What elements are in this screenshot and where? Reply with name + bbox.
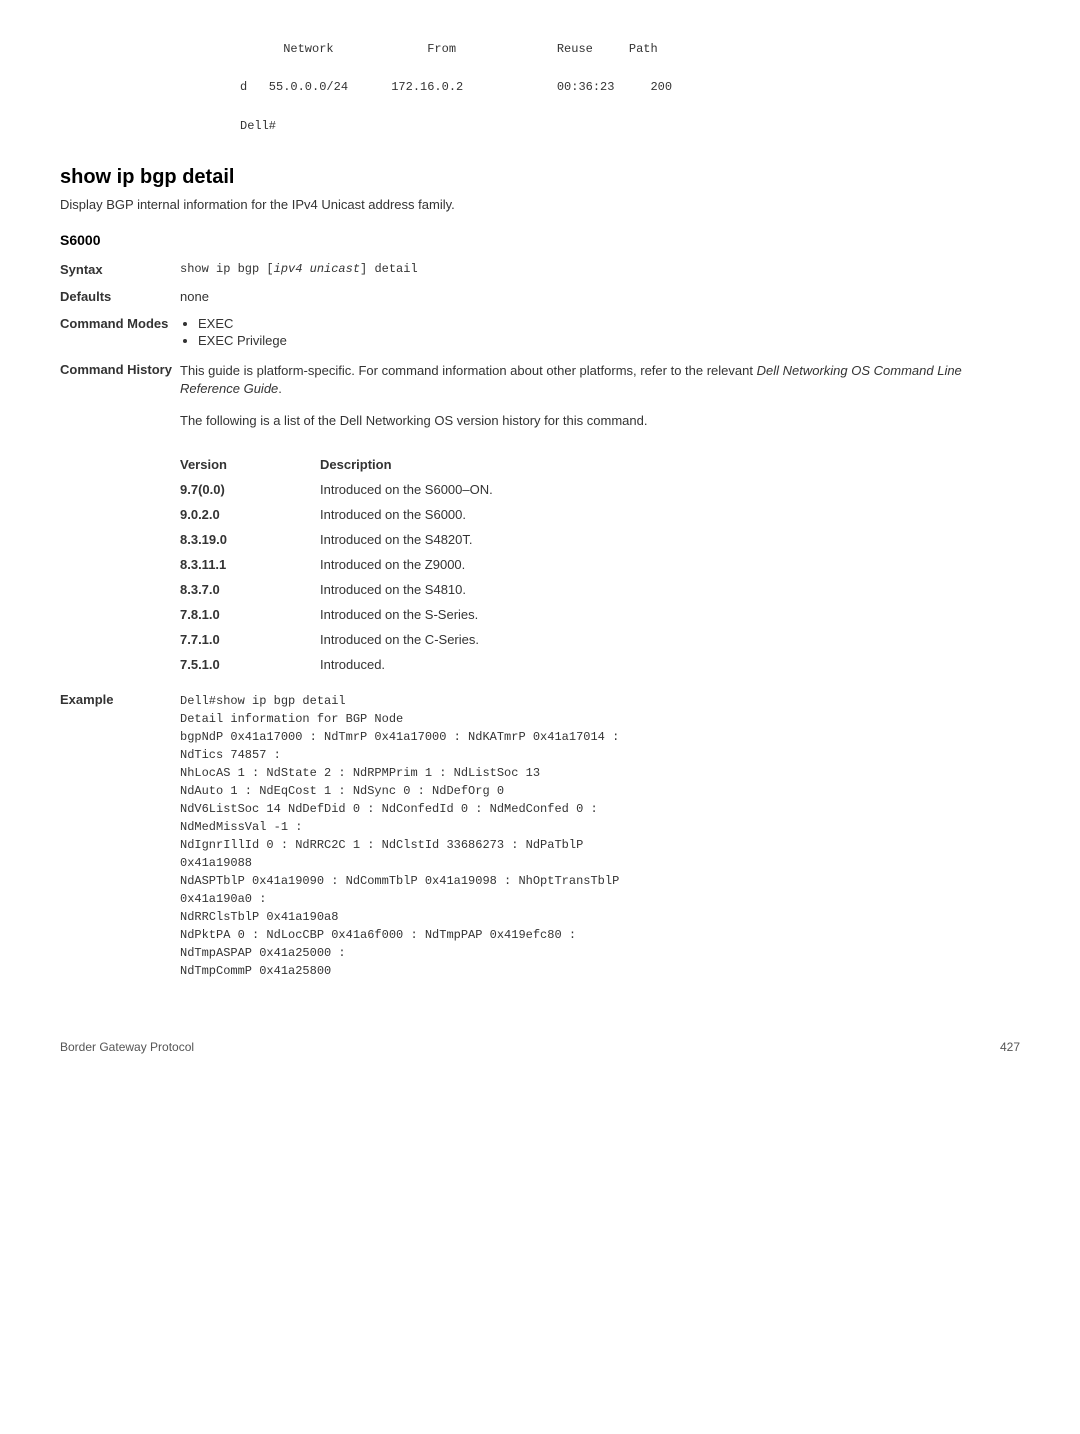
syntax-label: Syntax: [60, 262, 180, 277]
version-desc: Introduced on the S4820T.: [320, 532, 1020, 547]
version-number: 7.7.1.0: [180, 632, 320, 647]
syntax-prefix: show ip bgp [: [180, 262, 274, 276]
history-label: Command History: [60, 362, 180, 377]
command-description: Display BGP internal information for the…: [60, 197, 1020, 212]
history-desc-1a: This guide is platform-specific. For com…: [180, 363, 757, 378]
version-number: 8.3.11.1: [180, 557, 320, 572]
history-desc-1c: .: [278, 381, 282, 396]
version-row: 8.3.7.0 Introduced on the S4810.: [180, 582, 1020, 597]
version-number: 8.3.19.0: [180, 532, 320, 547]
syntax-suffix: ] detail: [360, 262, 418, 276]
version-row: 8.3.11.1 Introduced on the Z9000.: [180, 557, 1020, 572]
version-number: 9.0.2.0: [180, 507, 320, 522]
version-row: 8.3.19.0 Introduced on the S4820T.: [180, 532, 1020, 547]
history-desc-2: The following is a list of the Dell Netw…: [180, 412, 1020, 430]
example-row: Example Dell#show ip bgp detail Detail i…: [60, 692, 1020, 980]
modes-row: Command Modes EXEC EXEC Privilege: [60, 316, 1020, 350]
version-desc: Introduced on the C-Series.: [320, 632, 1020, 647]
version-number: 9.7(0.0): [180, 482, 320, 497]
version-row: 7.8.1.0 Introduced on the S-Series.: [180, 607, 1020, 622]
history-desc-1: This guide is platform-specific. For com…: [180, 362, 1020, 398]
command-heading: show ip bgp detail: [60, 166, 1020, 189]
version-header-2: Description: [320, 457, 1020, 472]
modes-list: EXEC EXEC Privilege: [180, 316, 1020, 348]
history-value: This guide is platform-specific. For com…: [180, 362, 1020, 445]
example-label: Example: [60, 692, 180, 707]
footer-right: 427: [1000, 1040, 1020, 1054]
modes-value: EXEC EXEC Privilege: [180, 316, 1020, 350]
defaults-value: none: [180, 289, 1020, 304]
mode-item: EXEC Privilege: [198, 333, 1020, 348]
top-code-block: Network From Reuse Path d 55.0.0.0/24 17…: [240, 40, 1020, 136]
version-desc: Introduced on the S6000–ON.: [320, 482, 1020, 497]
version-row: 7.7.1.0 Introduced on the C-Series.: [180, 632, 1020, 647]
version-table: Version Description 9.7(0.0) Introduced …: [180, 457, 1020, 672]
version-row: 9.7(0.0) Introduced on the S6000–ON.: [180, 482, 1020, 497]
version-number: 7.5.1.0: [180, 657, 320, 672]
version-desc: Introduced on the S4810.: [320, 582, 1020, 597]
version-number: 7.8.1.0: [180, 607, 320, 622]
example-code: Dell#show ip bgp detail Detail informati…: [180, 692, 1020, 980]
syntax-row: Syntax show ip bgp [ipv4 unicast] detail: [60, 262, 1020, 277]
footer-left: Border Gateway Protocol: [60, 1040, 194, 1054]
version-desc: Introduced on the S-Series.: [320, 607, 1020, 622]
syntax-italic: ipv4 unicast: [274, 262, 360, 276]
version-row: 7.5.1.0 Introduced.: [180, 657, 1020, 672]
version-desc: Introduced on the Z9000.: [320, 557, 1020, 572]
modes-label: Command Modes: [60, 316, 180, 331]
defaults-row: Defaults none: [60, 289, 1020, 304]
version-number: 8.3.7.0: [180, 582, 320, 597]
version-desc: Introduced on the S6000.: [320, 507, 1020, 522]
page-footer: Border Gateway Protocol 427: [60, 1040, 1020, 1054]
platform-heading: S6000: [60, 232, 1020, 248]
mode-item: EXEC: [198, 316, 1020, 331]
history-row: Command History This guide is platform-s…: [60, 362, 1020, 445]
version-desc: Introduced.: [320, 657, 1020, 672]
version-row: 9.0.2.0 Introduced on the S6000.: [180, 507, 1020, 522]
defaults-label: Defaults: [60, 289, 180, 304]
version-header-1: Version: [180, 457, 320, 472]
version-header-row: Version Description: [180, 457, 1020, 472]
syntax-value: show ip bgp [ipv4 unicast] detail: [180, 262, 1020, 276]
